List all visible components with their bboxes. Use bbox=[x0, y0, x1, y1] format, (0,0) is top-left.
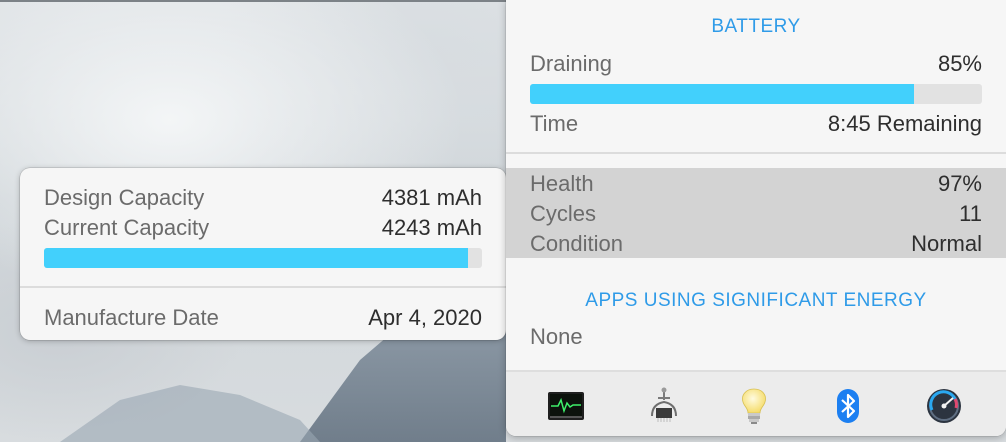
design-capacity-label: Design Capacity bbox=[44, 185, 205, 210]
apps-section-title: APPS USING SIGNIFICANT ENERGY bbox=[585, 290, 927, 311]
popover-divider bbox=[20, 286, 506, 288]
manufacture-date-label: Manufacture Date bbox=[44, 305, 219, 330]
battery-section-title: BATTERY bbox=[711, 16, 801, 37]
design-capacity-row: Design Capacity 4381 mAh bbox=[44, 184, 482, 212]
capacity-progress-fill bbox=[44, 248, 469, 268]
charge-row: Draining 85% bbox=[530, 50, 982, 78]
battery-charge-value: 85% bbox=[937, 51, 982, 76]
lightbulb-icon[interactable] bbox=[734, 386, 774, 426]
condition-row: Condition Normal bbox=[530, 230, 982, 258]
time-label: Time bbox=[530, 111, 579, 136]
current-capacity-row: Current Capacity 4243 mAh bbox=[44, 214, 482, 242]
health-row: Health 97% bbox=[530, 170, 982, 198]
charge-progress-fill bbox=[530, 84, 915, 104]
utility-toolbar bbox=[506, 370, 1006, 436]
manufacture-date-value: Apr 4, 2020 bbox=[368, 305, 482, 330]
battery-status-menu: BATTERY Draining 85% Time 8:45 Remaining… bbox=[506, 0, 1006, 436]
cycles-value: 11 bbox=[959, 201, 982, 226]
design-capacity-value: 4381 mAh bbox=[381, 185, 482, 210]
current-capacity-label: Current Capacity bbox=[44, 215, 210, 240]
apps-energy-list: None bbox=[530, 324, 583, 349]
cycles-row: Cycles 11 bbox=[530, 200, 982, 228]
system-information-icon[interactable] bbox=[644, 386, 684, 426]
condition-label: Condition bbox=[530, 231, 623, 256]
charge-progress-bar bbox=[530, 84, 982, 104]
manufacture-date-row: Manufacture Date Apr 4, 2020 bbox=[44, 304, 482, 332]
activity-monitor-icon[interactable] bbox=[546, 386, 586, 426]
battery-status-label: Draining bbox=[530, 51, 612, 76]
time-row: Time 8:45 Remaining bbox=[530, 110, 982, 138]
disk-utility-gauge-icon[interactable] bbox=[924, 386, 964, 426]
bluetooth-icon[interactable] bbox=[828, 386, 868, 426]
menu-bar-edge bbox=[0, 0, 506, 2]
cycles-label: Cycles bbox=[530, 201, 597, 226]
health-label: Health bbox=[530, 171, 594, 196]
condition-value: Normal bbox=[911, 231, 982, 256]
menu-divider-top bbox=[506, 152, 1006, 154]
capacity-progress-bar bbox=[44, 248, 482, 268]
current-capacity-value: 4243 mAh bbox=[381, 215, 482, 240]
health-value: 97% bbox=[937, 171, 982, 196]
time-remaining-value: 8:45 Remaining bbox=[827, 111, 982, 136]
battery-capacity-popover: Design Capacity 4381 mAh Current Capacit… bbox=[20, 168, 506, 340]
